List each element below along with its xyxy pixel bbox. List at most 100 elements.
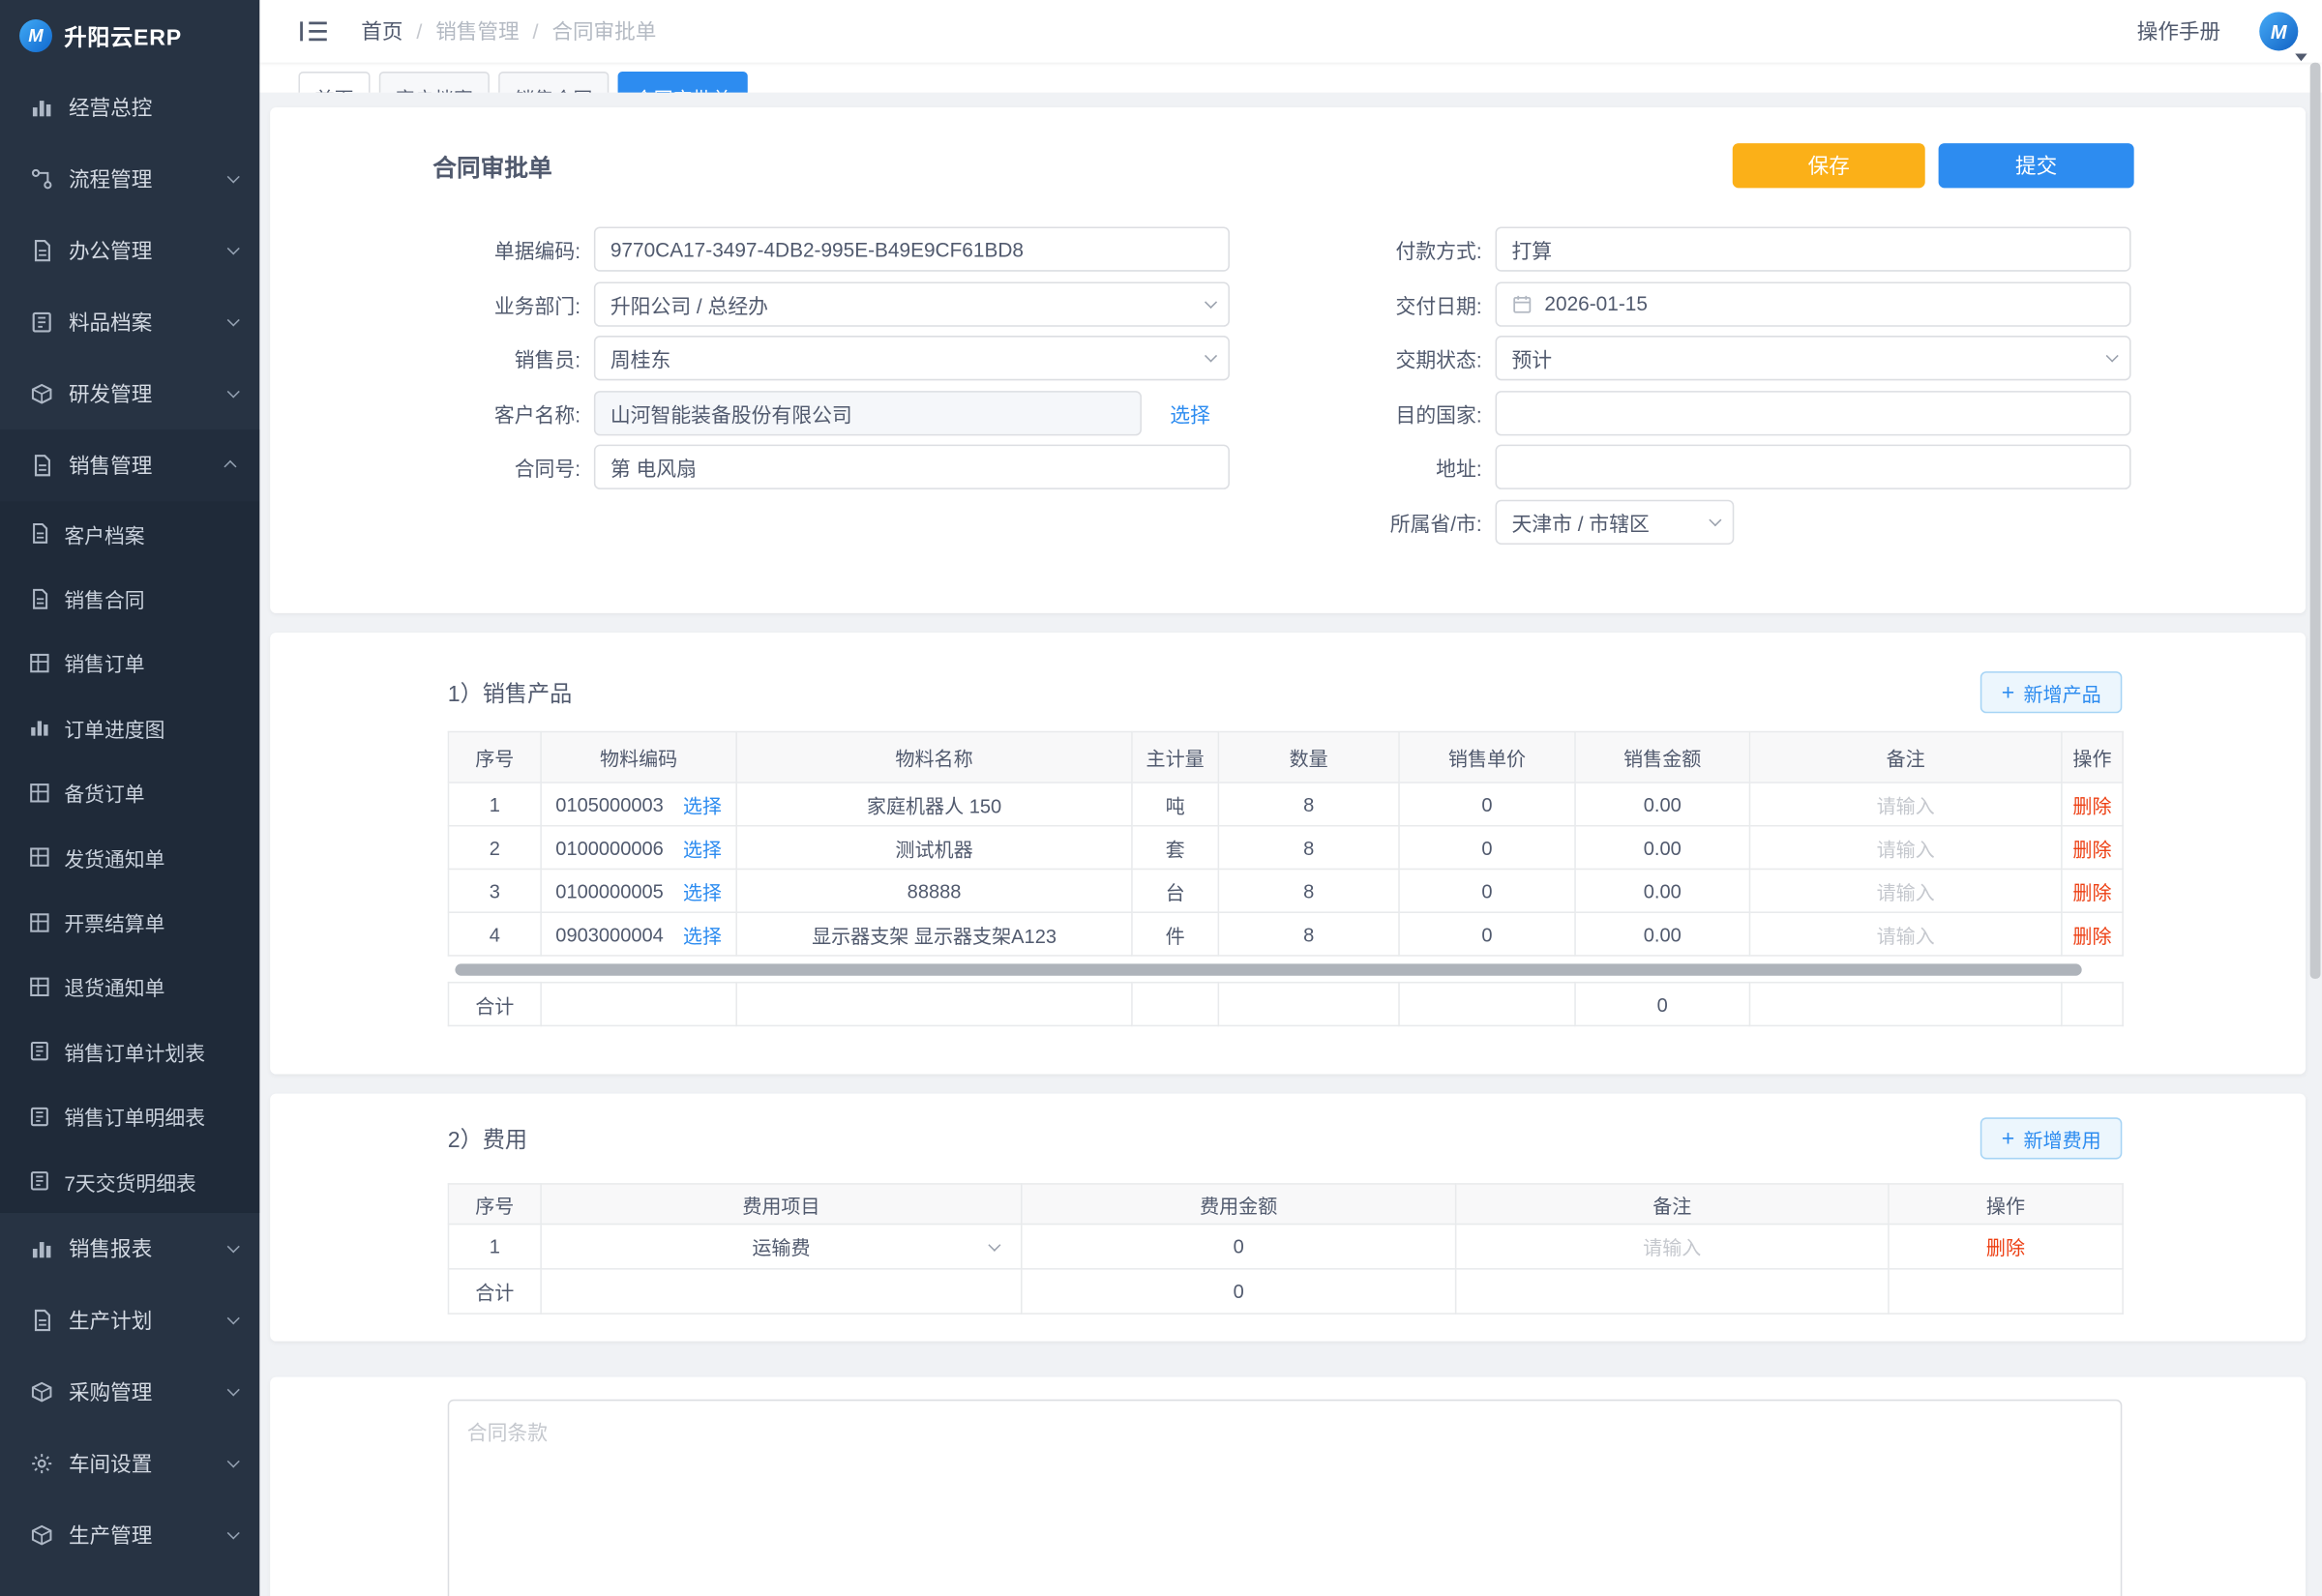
- sidebar-item-7day-delivery-report[interactable]: 7天交货明细表: [0, 1149, 259, 1214]
- add-fee-label: 新增费用: [2023, 1124, 2100, 1152]
- sidebar-item-label: 经营总控: [69, 93, 236, 123]
- col-remark: 备注: [1749, 732, 2061, 783]
- sidebar-item-stock-order[interactable]: 备货订单: [0, 760, 259, 825]
- document-icon: [30, 239, 54, 263]
- remark-input[interactable]: 请输入: [1877, 794, 1935, 816]
- form-field-contract-no: 合同号: 第 电风扇: [432, 445, 1230, 489]
- salesman-select[interactable]: 周桂东: [594, 336, 1230, 380]
- sidebar-item-sales-report[interactable]: 销售报表: [0, 1213, 259, 1285]
- remark-input[interactable]: 请输入: [1877, 925, 1935, 947]
- dest-country-input[interactable]: [1496, 390, 2131, 434]
- remark-input[interactable]: 请输入: [1643, 1237, 1701, 1259]
- tab-home[interactable]: 首页: [298, 72, 370, 93]
- box-icon: [30, 1380, 54, 1404]
- sidebar: M 升阳云ERP 经营总控 流程管理 办公管理 料品档案 研发管理: [0, 0, 259, 1596]
- sidebar-item-order-plan-report[interactable]: 销售订单计划表: [0, 1020, 259, 1084]
- sidebar-item-purchase-mgmt[interactable]: 采购管理: [0, 1357, 259, 1429]
- sidebar-item-sales-order[interactable]: 销售订单: [0, 631, 259, 695]
- delete-row-link[interactable]: 删除: [2072, 881, 2111, 903]
- products-total-row: 合计 0: [448, 983, 2123, 1026]
- choose-customer-link[interactable]: 选择: [1170, 398, 1210, 428]
- total-amount-cell: 0: [1022, 1269, 1456, 1314]
- select-material-link[interactable]: 选择: [683, 876, 722, 904]
- sidebar-item-customer-files[interactable]: 客户档案: [0, 501, 259, 566]
- amount-cell: 0.00: [1575, 912, 1749, 956]
- sidebar-item-rnd-mgmt[interactable]: 研发管理: [0, 358, 259, 429]
- contract-form-card: 合同审批单 保存 提交 单据编码: 9770CA17-3497-4DB2-995…: [270, 107, 2306, 613]
- sidebar-item-label: 采购管理: [69, 1377, 226, 1407]
- serial-cell: 2: [448, 826, 541, 870]
- sidebar-item-process-mgmt[interactable]: 流程管理: [0, 143, 259, 215]
- tab-contract-approval[interactable]: 合同审批单: [618, 72, 748, 93]
- book-icon: [28, 1105, 50, 1127]
- add-fee-button[interactable]: + 新增费用: [1980, 1117, 2122, 1159]
- avatar[interactable]: M: [2259, 12, 2298, 50]
- qty-cell: 8: [1218, 826, 1399, 870]
- sidebar-item-return-notice[interactable]: 退货通知单: [0, 955, 259, 1020]
- save-button[interactable]: 保存: [1733, 143, 1925, 188]
- sidebar-item-outsourcing-mgmt[interactable]: 委外管理: [0, 1572, 259, 1596]
- col-operation: 操作: [2062, 732, 2123, 783]
- payment-method-input[interactable]: 打算: [1496, 226, 2131, 271]
- delivery-date-input[interactable]: 2026-01-15: [1496, 281, 2131, 326]
- app-root: M 升阳云ERP 经营总控 流程管理 办公管理 料品档案 研发管理: [0, 0, 2322, 1596]
- breadcrumb-home[interactable]: 首页: [361, 16, 402, 46]
- sidebar-item-label: 销售报表: [69, 1234, 226, 1264]
- top-bar: 首页 / 销售管理 / 合同审批单 操作手册 M: [259, 0, 2322, 63]
- select-material-link[interactable]: 选择: [683, 790, 722, 818]
- submit-button[interactable]: 提交: [1939, 143, 2134, 188]
- fee-item-select[interactable]: 运输费: [541, 1225, 1022, 1269]
- sidebar-item-office-mgmt[interactable]: 办公管理: [0, 215, 259, 286]
- horizontal-scrollbar[interactable]: [455, 963, 2081, 975]
- sidebar-item-material-files[interactable]: 料品档案: [0, 286, 259, 358]
- doc-code-input[interactable]: 9770CA17-3497-4DB2-995E-B49E9CF61BD8: [594, 226, 1230, 271]
- delete-row-link[interactable]: 删除: [1986, 1237, 2025, 1259]
- select-material-link[interactable]: 选择: [683, 920, 722, 948]
- grid-icon: [28, 782, 50, 804]
- sidebar-item-production-mgmt[interactable]: 生产管理: [0, 1500, 259, 1572]
- chevron-down-icon: [227, 1456, 240, 1468]
- sidebar-item-order-progress[interactable]: 订单进度图: [0, 695, 259, 760]
- delete-row-link[interactable]: 删除: [2072, 794, 2111, 816]
- delivery-status-select[interactable]: 预计: [1496, 336, 2131, 380]
- tab-sales-contract[interactable]: 销售合同: [498, 72, 609, 93]
- sidebar-item-sales-contract[interactable]: 销售合同: [0, 566, 259, 631]
- material-name-cell: 88888: [736, 869, 1132, 912]
- select-material-link[interactable]: 选择: [683, 833, 722, 861]
- submenu-item-label: 销售订单明细表: [64, 1102, 205, 1132]
- field-label: 目的国家:: [1334, 398, 1496, 428]
- sidebar-item-sales-mgmt[interactable]: 销售管理: [0, 429, 259, 501]
- contract-terms-textarea[interactable]: [448, 1400, 2123, 1596]
- sidebar-item-production-plan[interactable]: 生产计划: [0, 1285, 259, 1356]
- address-input[interactable]: [1496, 445, 2131, 489]
- region-select[interactable]: 天津市 / 市辖区: [1496, 499, 1735, 544]
- vertical-scrollbar[interactable]: [2310, 63, 2321, 979]
- tab-customer-files[interactable]: 客户档案: [379, 72, 490, 93]
- operation-manual-link[interactable]: 操作手册: [2137, 16, 2220, 46]
- remark-input[interactable]: 请输入: [1877, 838, 1935, 860]
- sidebar-item-invoice-settlement[interactable]: 开票结算单: [0, 890, 259, 955]
- submenu-item-label: 备货订单: [64, 778, 144, 808]
- fees-card: 2）费用 + 新增费用 序号 费用项目 费用金额: [270, 1094, 2306, 1342]
- field-label: 交期状态:: [1334, 343, 1496, 373]
- sidebar-item-workshop-settings[interactable]: 车间设置: [0, 1429, 259, 1500]
- contract-no-input[interactable]: 第 电风扇: [594, 445, 1230, 489]
- breadcrumb-sales-mgmt[interactable]: 销售管理: [435, 16, 519, 46]
- menu-fold-icon[interactable]: [298, 19, 328, 44]
- remark-input[interactable]: 请输入: [1877, 881, 1935, 903]
- products-section-title: 1）销售产品: [448, 676, 573, 707]
- add-product-button[interactable]: + 新增产品: [1980, 671, 2122, 713]
- serial-cell: 3: [448, 869, 541, 912]
- delete-row-link[interactable]: 删除: [2072, 838, 2111, 860]
- sidebar-item-business-overview[interactable]: 经营总控: [0, 72, 259, 143]
- topbar-right: 操作手册 M: [2137, 12, 2299, 50]
- delete-row-link[interactable]: 删除: [2072, 925, 2111, 947]
- chart-icon: [28, 717, 50, 739]
- user-menu-caret-icon[interactable]: [2295, 54, 2307, 62]
- submenu-item-label: 退货通知单: [64, 972, 164, 1002]
- input-value: 2026-01-15: [1544, 292, 1648, 314]
- serial-cell: 1: [448, 783, 541, 826]
- sidebar-item-shipping-notice[interactable]: 发货通知单: [0, 825, 259, 890]
- sidebar-item-order-detail-report[interactable]: 销售订单明细表: [0, 1084, 259, 1149]
- department-select[interactable]: 升阳公司 / 总经办: [594, 281, 1230, 326]
